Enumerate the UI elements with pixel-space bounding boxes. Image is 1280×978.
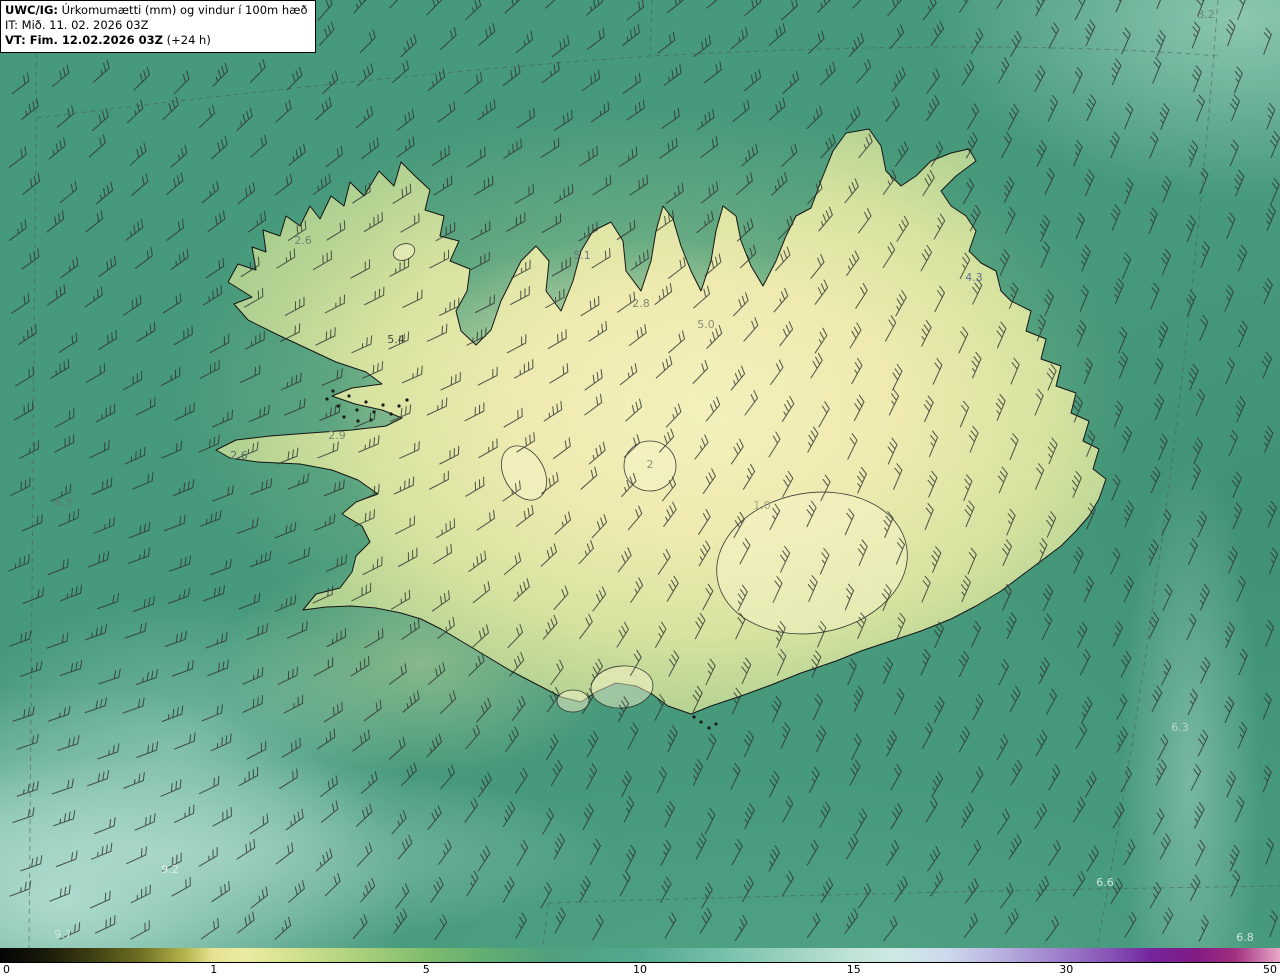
weather-map-app: 2.6 5.1 2.8 5.0 5.4 4.3 3.2 2.9 2.6 6.3 1.0 2 6.3 6.6…: [0, 0, 1280, 978]
colorbar-tick: 5: [422, 963, 430, 976]
map-title-box: UWC/IG: Úrkomumætti (mm) og vindur í 100…: [0, 0, 316, 53]
colorbar-tick: 1: [210, 963, 218, 976]
valid-offset: (+24 h): [162, 33, 211, 48]
valid-time: VT: Fim. 12.02.2026 03Z: [5, 33, 163, 48]
title-line: UWC/IG: Úrkomumætti (mm) og vindur í 100…: [5, 3, 308, 18]
map-value-label: 2.6: [294, 234, 312, 247]
map-value-label: 9.2: [161, 863, 179, 876]
map-value-label: 5.4: [387, 333, 405, 346]
map-value-label: 6.3: [54, 496, 72, 509]
glacier-outline: [556, 689, 590, 713]
init-time-line: IT: Mið. 11. 02. 2026 03Z: [5, 18, 149, 33]
map-value-label: 6.3: [1171, 721, 1189, 734]
map-title: Úrkomumætti (mm) og vindur í 100m hæð: [57, 3, 308, 17]
colorbar-gradient: [0, 948, 1280, 963]
colorbar-tick: 30: [1059, 963, 1074, 976]
map-value-label: 9.7: [54, 928, 72, 941]
map-value-label: 2.8: [632, 297, 650, 310]
map-value-label: 2.6: [230, 449, 248, 462]
colorbar: 0 1 5 10 15 30 50: [0, 948, 1280, 978]
colorbar-tick: 50: [1263, 963, 1277, 976]
map-canvas: 2.6 5.1 2.8 5.0 5.4 4.3 3.2 2.9 2.6 6.3 1.0 2 6.3 6.6…: [0, 0, 1280, 948]
model-name: UWC/IG:: [5, 3, 58, 17]
map-value-label: 6.8: [1236, 931, 1254, 944]
map-value-label: 6.6: [1096, 876, 1114, 889]
colorbar-tick: 15: [846, 963, 861, 976]
map-overlay: 2.6 5.1 2.8 5.0 5.4 4.3 3.2 2.9 2.6 6.3 1.0 2 6.3 6.6…: [8, 0, 1280, 948]
valid-time-line: VT: Fim. 12.02.2026 03Z (+24 h): [5, 33, 308, 48]
map-value-label: 4.3: [965, 271, 983, 284]
map-value-label: 3.2: [1197, 8, 1215, 21]
colorbar-tick: 0: [3, 963, 10, 976]
map-value-label: 2: [647, 458, 654, 471]
colorbar-tick: 10: [633, 963, 647, 976]
map-value-label: 5.0: [697, 318, 715, 331]
map-value-label: 2.9: [328, 429, 346, 442]
map-value-label: 5.1: [573, 249, 591, 262]
map-value-label: 1.0: [753, 499, 771, 512]
colorbar-tick-labels: 0 1 5 10 15 30 50: [0, 963, 1280, 977]
